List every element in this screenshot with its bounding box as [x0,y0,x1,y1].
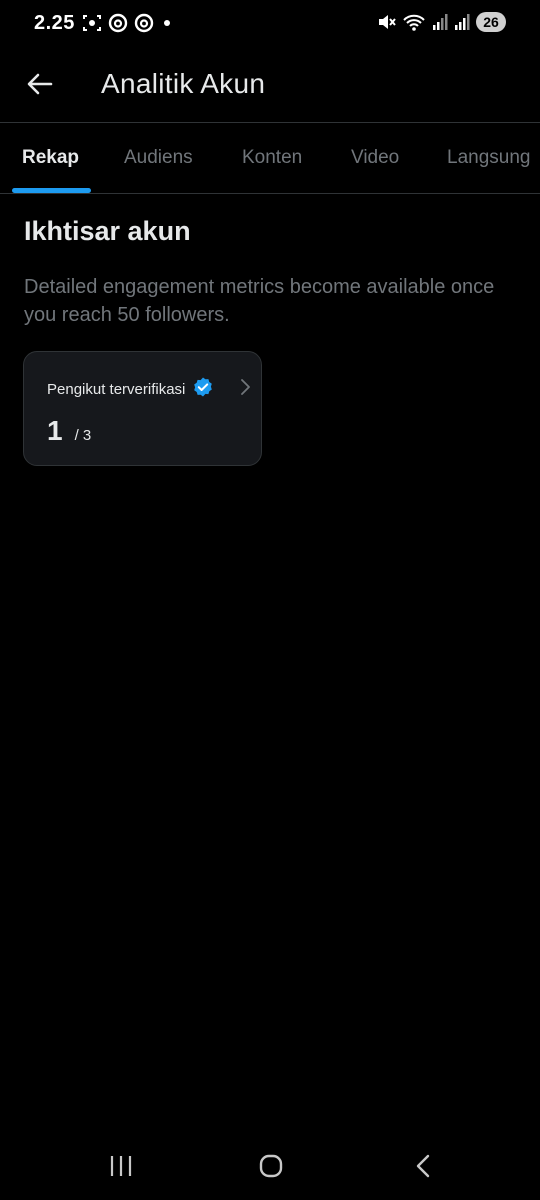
dot-icon [160,13,174,33]
tab-konten[interactable]: Konten [242,147,302,169]
tab-audiens[interactable]: Audiens [124,147,193,169]
chevron-right-icon [239,378,251,401]
metric-value-row: 1 / 3 [47,415,91,447]
battery-icon: 26 [476,12,506,32]
threads-icon [134,13,154,33]
tab-video[interactable]: Video [351,147,399,169]
back-button[interactable] [22,68,58,104]
app-header: Analitik Akun [0,46,540,123]
status-time: 2.25 [34,12,75,34]
metric-value: 1 [47,415,63,446]
status-left-icons [82,13,174,33]
tab-rekap[interactable]: Rekap [22,147,79,169]
back-icon [413,1153,433,1184]
system-back-button[interactable] [401,1148,445,1188]
metric-label: Pengikut terverifikasi [47,381,186,398]
screenshot-icon [82,13,102,33]
verified-followers-card[interactable]: Pengikut terverifikasi 1 / 3 [23,351,262,466]
threads-icon [108,13,128,33]
tab-langsung[interactable]: Langsung [447,147,530,169]
signal-icon [432,12,448,32]
status-bar: 2.25 26 [0,0,540,46]
verified-badge-icon [192,376,214,403]
wifi-icon [402,12,426,32]
metric-total: / 3 [74,427,92,444]
active-tab-indicator [12,188,91,193]
home-button[interactable] [249,1148,293,1188]
page-title: Analitik Akun [101,68,266,99]
recent-apps-button[interactable] [99,1148,143,1188]
status-right-icons: 26 [376,12,506,32]
recent-apps-icon [108,1154,134,1183]
signal-icon [454,12,470,32]
section-title: Ikhtisar akun [24,216,191,246]
metric-label-row: Pengikut terverifikasi [47,376,214,403]
mute-icon [376,12,396,32]
system-nav-bar [0,1136,540,1200]
arrow-left-icon [26,70,54,103]
section-description: Detailed engagement metrics become avail… [24,276,495,326]
tab-bar: Rekap Audiens Konten Video Langsung [0,123,540,194]
home-icon [258,1153,284,1184]
